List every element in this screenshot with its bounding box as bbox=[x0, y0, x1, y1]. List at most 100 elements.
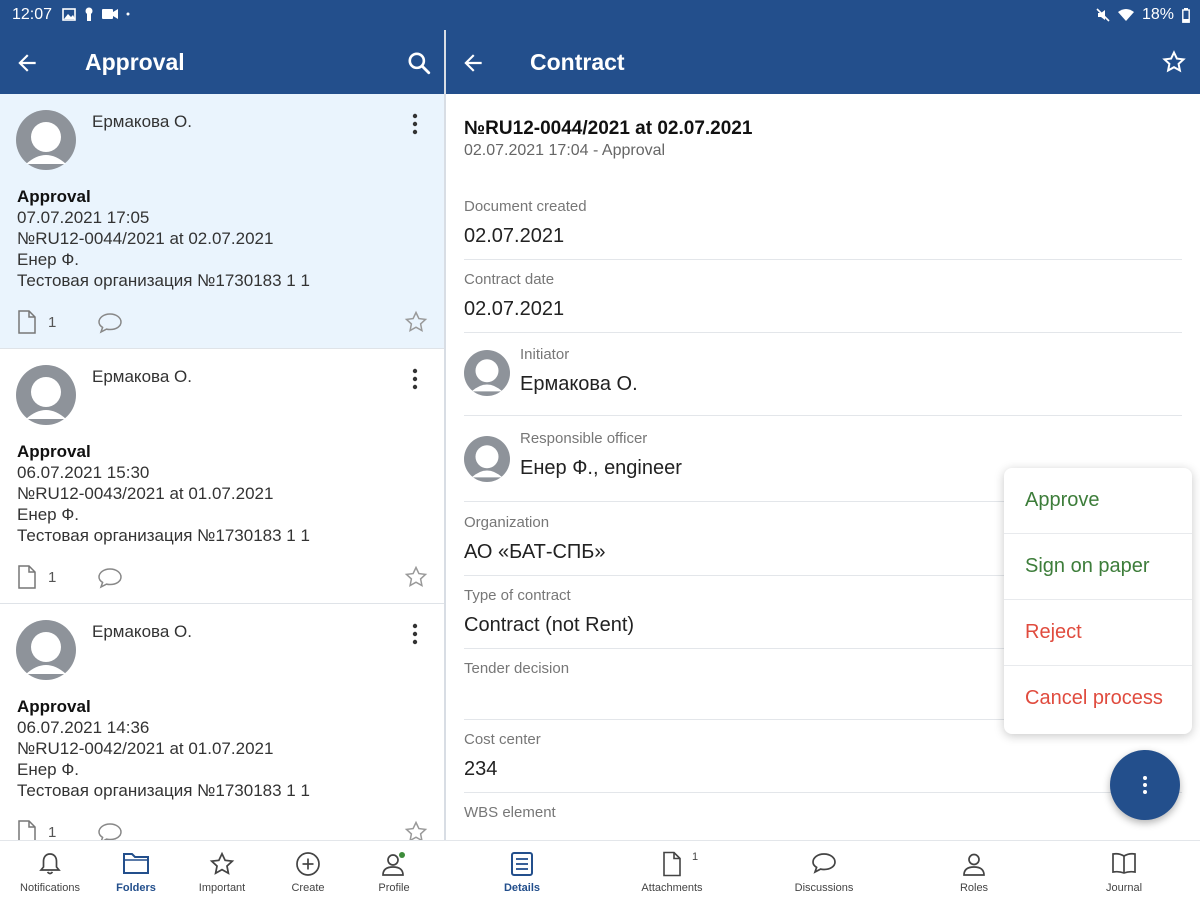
field-value: 02.07.2021 bbox=[464, 225, 565, 247]
star-outline-icon[interactable] bbox=[404, 310, 428, 334]
chat-bubble-icon bbox=[98, 568, 122, 589]
nav-important[interactable]: Important bbox=[182, 841, 262, 900]
nav-label: Discussions bbox=[794, 882, 854, 894]
status-bar: 12:07 18% bbox=[0, 0, 1200, 30]
item-doc-ref: №RU12-0044/2021 at 02.07.2021 bbox=[17, 229, 274, 248]
nav-label: Roles bbox=[959, 882, 989, 894]
reject-button[interactable]: Reject bbox=[1004, 600, 1192, 666]
back-arrow-icon[interactable] bbox=[460, 50, 486, 76]
document-icon bbox=[663, 851, 681, 877]
star-outline-icon[interactable] bbox=[404, 565, 428, 589]
field-label: Tender decision bbox=[464, 660, 570, 677]
nav-folders[interactable]: Folders bbox=[96, 841, 176, 900]
tab-attachments[interactable]: 1 Attachments bbox=[630, 841, 714, 900]
item-author: Ермакова О. bbox=[92, 367, 192, 386]
field-wbs-element: WBS element bbox=[464, 798, 1182, 840]
document-number: №RU12-0044/2021 at 02.07.2021 bbox=[464, 118, 753, 139]
actions-fab[interactable] bbox=[1110, 750, 1180, 820]
approval-list[interactable]: Ермакова О. Approval 07.07.2021 17:05 №R… bbox=[0, 94, 444, 840]
item-doc-ref: №RU12-0042/2021 at 01.07.2021 bbox=[17, 739, 274, 758]
more-vert-icon[interactable] bbox=[410, 622, 420, 646]
field-value: АО «БАТ-СПБ» bbox=[464, 541, 606, 563]
nav-label: Profile bbox=[378, 882, 410, 894]
detail-title: Contract bbox=[530, 49, 625, 75]
document-icon bbox=[18, 820, 36, 840]
more-vert-icon[interactable] bbox=[410, 367, 420, 391]
field-label: Document created bbox=[464, 198, 587, 215]
field-label: Organization bbox=[464, 514, 550, 531]
menu-label: Approve bbox=[1025, 489, 1100, 511]
item-datetime: 07.07.2021 17:05 bbox=[17, 208, 150, 227]
avatar bbox=[16, 620, 76, 680]
list-title: Approval bbox=[85, 49, 185, 75]
list-item[interactable]: Ермакова О. Approval 06.07.2021 15:30 №R… bbox=[0, 349, 444, 604]
star-outline-icon[interactable] bbox=[404, 820, 428, 840]
tab-journal[interactable]: Journal bbox=[1084, 841, 1164, 900]
attachment-count: 1 bbox=[48, 314, 57, 331]
field-value: Ермакова О. bbox=[520, 373, 638, 395]
list-item[interactable]: Ермакова О. Approval 07.07.2021 17:05 №R… bbox=[0, 94, 444, 349]
more-vert-icon bbox=[1143, 776, 1147, 794]
approve-button[interactable]: Approve bbox=[1004, 468, 1192, 534]
item-person: Енер Ф. bbox=[17, 760, 80, 779]
video-icon bbox=[102, 9, 118, 19]
item-doc-ref: №RU12-0043/2021 at 01.07.2021 bbox=[17, 484, 274, 503]
nav-profile[interactable]: Profile bbox=[354, 841, 434, 900]
battery-icon bbox=[1182, 7, 1190, 23]
back-arrow-icon[interactable] bbox=[14, 50, 40, 76]
menu-label: Reject bbox=[1025, 621, 1082, 643]
bell-icon bbox=[39, 853, 61, 875]
battery-level: 18% bbox=[1141, 6, 1174, 23]
field-label: Contract date bbox=[464, 271, 555, 288]
more-vert-icon[interactable] bbox=[410, 112, 420, 136]
chat-bubble-icon bbox=[812, 853, 836, 874]
sign-on-paper-button[interactable]: Sign on paper bbox=[1004, 534, 1192, 600]
star-outline-icon[interactable] bbox=[1162, 50, 1186, 74]
chat-bubble-icon bbox=[98, 313, 122, 334]
list-item[interactable]: Ермакова О. Approval 06.07.2021 14:36 №R… bbox=[0, 604, 444, 840]
tab-discussions[interactable]: Discussions bbox=[782, 841, 866, 900]
wifi-icon bbox=[1117, 8, 1134, 21]
tab-details[interactable]: Details bbox=[482, 841, 562, 900]
image-icon bbox=[62, 7, 76, 21]
nav-label: Attachments bbox=[641, 882, 703, 894]
action-menu: Approve Sign on paper Reject Cancel proc… bbox=[1004, 468, 1192, 734]
attachment-count: 1 bbox=[48, 824, 57, 840]
person-icon bbox=[963, 853, 985, 876]
person-icon bbox=[382, 852, 405, 876]
nav-label: Journal bbox=[1105, 882, 1143, 894]
bottom-navigation: Notifications Folders Important Create P… bbox=[0, 840, 1200, 900]
field-label: Type of contract bbox=[464, 587, 571, 604]
field-document-created: Document created 02.07.2021 bbox=[464, 192, 1182, 260]
cancel-process-button[interactable]: Cancel process bbox=[1004, 666, 1192, 734]
chat-bubble-icon bbox=[98, 823, 122, 840]
item-org: Тестовая организация №1730183 1 1 bbox=[17, 271, 310, 290]
document-icon bbox=[18, 310, 36, 334]
nav-label: Important bbox=[198, 882, 246, 894]
menu-label: Cancel process bbox=[1025, 687, 1163, 709]
nav-label: Notifications bbox=[20, 882, 80, 894]
nav-create[interactable]: Create bbox=[268, 841, 348, 900]
field-contract-date: Contract date 02.07.2021 bbox=[464, 265, 1182, 333]
search-icon[interactable] bbox=[406, 50, 432, 76]
item-org: Тестовая организация №1730183 1 1 bbox=[17, 526, 310, 545]
tab-roles[interactable]: Roles bbox=[934, 841, 1014, 900]
detail-app-bar: Contract bbox=[446, 30, 1200, 94]
item-person: Енер Ф. bbox=[17, 250, 80, 269]
field-value: 02.07.2021 bbox=[464, 298, 565, 320]
keyhole-icon bbox=[85, 7, 93, 21]
field-value: Енер Ф., engineer bbox=[520, 457, 682, 479]
document-subtitle: 02.07.2021 17:04 - Approval bbox=[464, 142, 666, 159]
item-author: Ермакова О. bbox=[92, 112, 192, 131]
item-author: Ермакова О. bbox=[92, 622, 192, 641]
nav-label: Create bbox=[291, 882, 325, 894]
nav-label: Folders bbox=[116, 882, 156, 894]
item-person: Енер Ф. bbox=[17, 505, 80, 524]
field-label: WBS element bbox=[464, 804, 556, 821]
nav-notifications[interactable]: Notifications bbox=[8, 841, 92, 900]
avatar bbox=[16, 365, 76, 425]
field-initiator[interactable]: Initiator Ермакова О. bbox=[464, 340, 1182, 416]
document-icon bbox=[18, 565, 36, 589]
attachment-count: 1 bbox=[48, 569, 57, 586]
field-cost-center: Cost center 234 bbox=[464, 725, 1182, 793]
